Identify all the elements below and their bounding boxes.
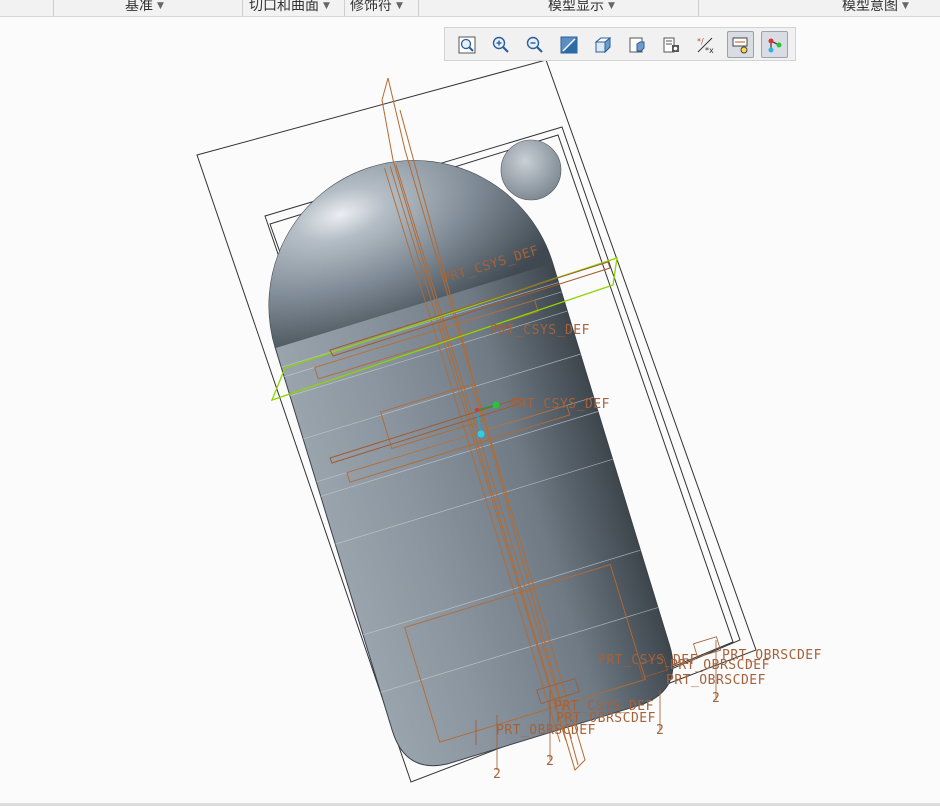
ribbon-group-datum[interactable]: 基准 ▼ bbox=[125, 0, 164, 15]
ribbon-group-strip: 基准 ▼ 切口和曲面 ▼ 修饰符 ▼ 模型显示 ▼ 模型意图 ▼ bbox=[0, 0, 940, 17]
ribbon-separator bbox=[344, 0, 345, 16]
saved-orientations-icon bbox=[594, 36, 612, 54]
ribbon-group-model-intent[interactable]: 模型意图 ▼ bbox=[842, 0, 909, 15]
chevron-down-icon: ▼ bbox=[157, 1, 164, 11]
ribbon-group-label: 基准 bbox=[125, 0, 153, 14]
saved-orientations-button[interactable] bbox=[589, 31, 616, 58]
ribbon-group-label: 修饰符 bbox=[350, 0, 392, 14]
model-canvas[interactable]: PRT_CSYS_DEF PRT_CSYS_DEF PRT_CSYS_DEF P… bbox=[0, 17, 940, 803]
ribbon-group-label: 切口和曲面 bbox=[249, 0, 319, 14]
ribbon-separator bbox=[698, 0, 699, 16]
csys-label: PRT_CSYS_DEF bbox=[490, 323, 590, 338]
spin-center-icon bbox=[768, 38, 782, 53]
csys-label: PRT_OBRSCDEF bbox=[670, 658, 770, 673]
chevron-down-icon: ▼ bbox=[396, 1, 403, 11]
annotation-display-button[interactable] bbox=[727, 31, 754, 58]
axis-tag: 2 bbox=[493, 767, 501, 782]
view-manager-button[interactable] bbox=[623, 31, 650, 58]
refit-icon bbox=[458, 36, 476, 54]
refit-button[interactable] bbox=[453, 31, 480, 58]
axis-tag: 2 bbox=[546, 754, 554, 769]
zoom-in-icon bbox=[492, 36, 509, 53]
chevron-down-icon: ▼ bbox=[323, 1, 330, 11]
csys-label: PRT_CSYS_DEF bbox=[510, 397, 610, 412]
datum-display-icon: */ *x bbox=[697, 37, 714, 55]
ribbon-separator bbox=[53, 0, 54, 16]
ribbon-separator bbox=[242, 0, 243, 16]
display-style-button[interactable] bbox=[657, 31, 684, 58]
repaint-icon bbox=[560, 36, 578, 54]
graphics-toolbar: */ *x bbox=[444, 27, 796, 61]
ear-right bbox=[500, 139, 562, 201]
axis-tag: 2 bbox=[656, 723, 664, 738]
repaint-button[interactable] bbox=[555, 31, 582, 58]
ribbon-group-cuts-surfaces[interactable]: 切口和曲面 ▼ bbox=[249, 0, 330, 15]
csys-label: PRT_OBRSCDEF bbox=[496, 723, 596, 738]
graphics-viewport[interactable]: PRT_CSYS_DEF PRT_CSYS_DEF PRT_CSYS_DEF P… bbox=[0, 17, 940, 803]
display-style-icon bbox=[663, 37, 679, 53]
chevron-down-icon: ▼ bbox=[608, 1, 615, 11]
capsule-body bbox=[268, 160, 674, 767]
zoom-out-icon bbox=[526, 36, 543, 53]
ribbon-group-modifiers[interactable]: 修饰符 ▼ bbox=[350, 0, 403, 15]
spin-center-button[interactable] bbox=[761, 31, 788, 58]
ribbon-group-label: 模型意图 bbox=[842, 0, 898, 14]
annotation-display-icon bbox=[732, 37, 748, 54]
ribbon-group-model-display[interactable]: 模型显示 ▼ bbox=[548, 0, 615, 15]
zoom-out-button[interactable] bbox=[521, 31, 548, 58]
chevron-down-icon: ▼ bbox=[902, 1, 909, 11]
axis-tag: 2 bbox=[712, 691, 720, 706]
zoom-in-button[interactable] bbox=[487, 31, 514, 58]
ribbon-separator bbox=[418, 0, 419, 16]
view-manager-icon bbox=[629, 37, 645, 53]
svg-text:*x: *x bbox=[705, 46, 714, 55]
datum-display-button[interactable]: */ *x bbox=[691, 31, 718, 58]
svg-text:*/: */ bbox=[697, 37, 704, 46]
csys-label: PRT_OBRSCDEF bbox=[666, 673, 766, 688]
ribbon-group-label: 模型显示 bbox=[548, 0, 604, 14]
